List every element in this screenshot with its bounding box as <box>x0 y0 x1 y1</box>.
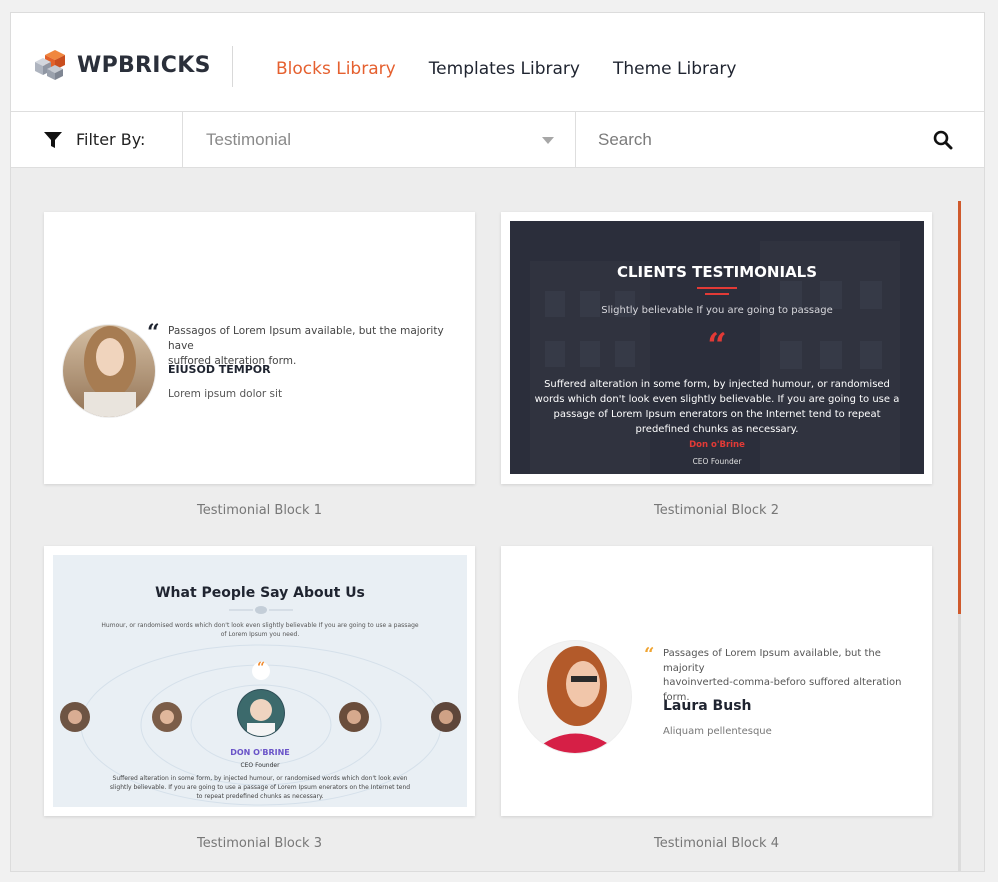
block-2-role: CEO Founder <box>692 457 742 466</box>
block-2-quote-line-4: predefined chunks as necessary. <box>635 424 799 435</box>
filter-label-text: Filter By: <box>76 130 146 149</box>
block-2-subtitle: Slightly believable If you are going to … <box>601 305 833 316</box>
scrollbar-thumb[interactable] <box>958 201 961 614</box>
filter-label: Filter By: <box>44 130 145 149</box>
block-2-caption: Testimonial Block 2 <box>654 503 779 518</box>
block-card-2[interactable]: CLIENTS TESTIMONIALS Slightly believable… <box>501 212 932 484</box>
bricks-logo-icon <box>35 50 65 80</box>
block-3-subtitle: Humour, or randomised words which don't … <box>53 621 467 639</box>
block-2-preview: CLIENTS TESTIMONIALS Slightly believable… <box>510 221 924 474</box>
block-2-quote: Suffered alteration in some form, by inj… <box>510 377 924 437</box>
block-3-role: CEO Founder <box>240 762 280 769</box>
block-2-quote-line-1: Suffered alteration in some form, by inj… <box>544 379 890 390</box>
header-divider <box>232 46 233 87</box>
category-select[interactable]: Testimonial <box>183 112 575 168</box>
block-3-quote-line-2: slightly believable. If you are going to… <box>109 784 411 791</box>
quote-icon: “ <box>256 660 266 676</box>
block-3-quote: Suffered alteration in some form, by inj… <box>53 774 467 801</box>
block-2-quote-line-2: words which don't look even slightly bel… <box>534 394 900 405</box>
main-nav: Blocks Library Templates Library Theme L… <box>276 59 769 79</box>
block-2-title: CLIENTS TESTIMONIALS <box>616 263 818 281</box>
filter-bar: Filter By: Testimonial <box>11 112 984 168</box>
block-4-quote-line-2: havoinverted-comma-beforo suffored alter… <box>663 677 902 688</box>
block-3-caption: Testimonial Block 3 <box>197 836 322 851</box>
library-window: WPBRICKS Blocks Library Templates Librar… <box>10 12 985 872</box>
title-underline-2 <box>705 293 729 295</box>
block-1-name: EIUSOD TEMPOR <box>168 363 271 376</box>
nav-templates-library[interactable]: Templates Library <box>429 59 580 79</box>
quote-icon: “ <box>644 644 655 665</box>
block-3-subtitle-line-2: of Lorem Ipsum you need. <box>220 631 300 638</box>
block-3-title: What People Say About Us <box>155 585 365 601</box>
category-select-value: Testimonial <box>206 130 292 149</box>
block-3-quote-line-1: Suffered alteration in some form, by inj… <box>112 775 408 782</box>
filter-funnel-icon <box>44 131 62 148</box>
block-card-1[interactable]: “ Passagos of Lorem Ipsum available, but… <box>44 212 475 484</box>
block-4-caption: Testimonial Block 4 <box>654 836 779 851</box>
block-4-role: Aliquam pellentesque <box>663 726 772 737</box>
block-1-role: Lorem ipsum dolor sit <box>168 388 283 400</box>
block-1-quote-line-1: Passagos of Lorem Ipsum available, but t… <box>168 325 444 352</box>
block-card-4[interactable]: “ Passages of Lorem Ipsum available, but… <box>501 546 932 816</box>
title-underline <box>697 287 737 289</box>
block-3-quote-line-3: to repeat predefined chunks as necessary… <box>196 793 324 800</box>
chevron-down-icon <box>542 137 554 144</box>
block-3-preview: What People Say About Us Humour, or rand… <box>53 555 467 807</box>
quote-icon: “ <box>147 320 160 346</box>
brand-name: WPBRICKS <box>77 52 211 78</box>
block-2-quote-line-3: passage of Lorem Ipsum enerators on the … <box>553 409 881 420</box>
block-4-name: Laura Bush <box>663 698 752 714</box>
block-card-3[interactable]: What People Say About Us Humour, or rand… <box>44 546 475 816</box>
nav-blocks-library[interactable]: Blocks Library <box>276 59 396 79</box>
block-4-quote-line-1: Passages of Lorem Ipsum available, but t… <box>663 648 881 674</box>
search-input[interactable] <box>576 112 916 168</box>
block-2-name: Don o'Brine <box>689 440 745 450</box>
block-3-name: DON O'BRINE <box>230 748 290 757</box>
nav-theme-library[interactable]: Theme Library <box>613 59 736 79</box>
block-4-quote: Passages of Lorem Ipsum available, but t… <box>663 647 923 705</box>
search-button[interactable] <box>933 130 959 154</box>
quote-icon: “ <box>707 326 727 366</box>
brand-logo[interactable]: WPBRICKS <box>33 49 211 81</box>
block-1-caption: Testimonial Block 1 <box>197 503 322 518</box>
search-icon <box>933 130 953 150</box>
header: WPBRICKS Blocks Library Templates Librar… <box>11 13 984 112</box>
block-3-subtitle-line-1: Humour, or randomised words which don't … <box>101 622 419 629</box>
